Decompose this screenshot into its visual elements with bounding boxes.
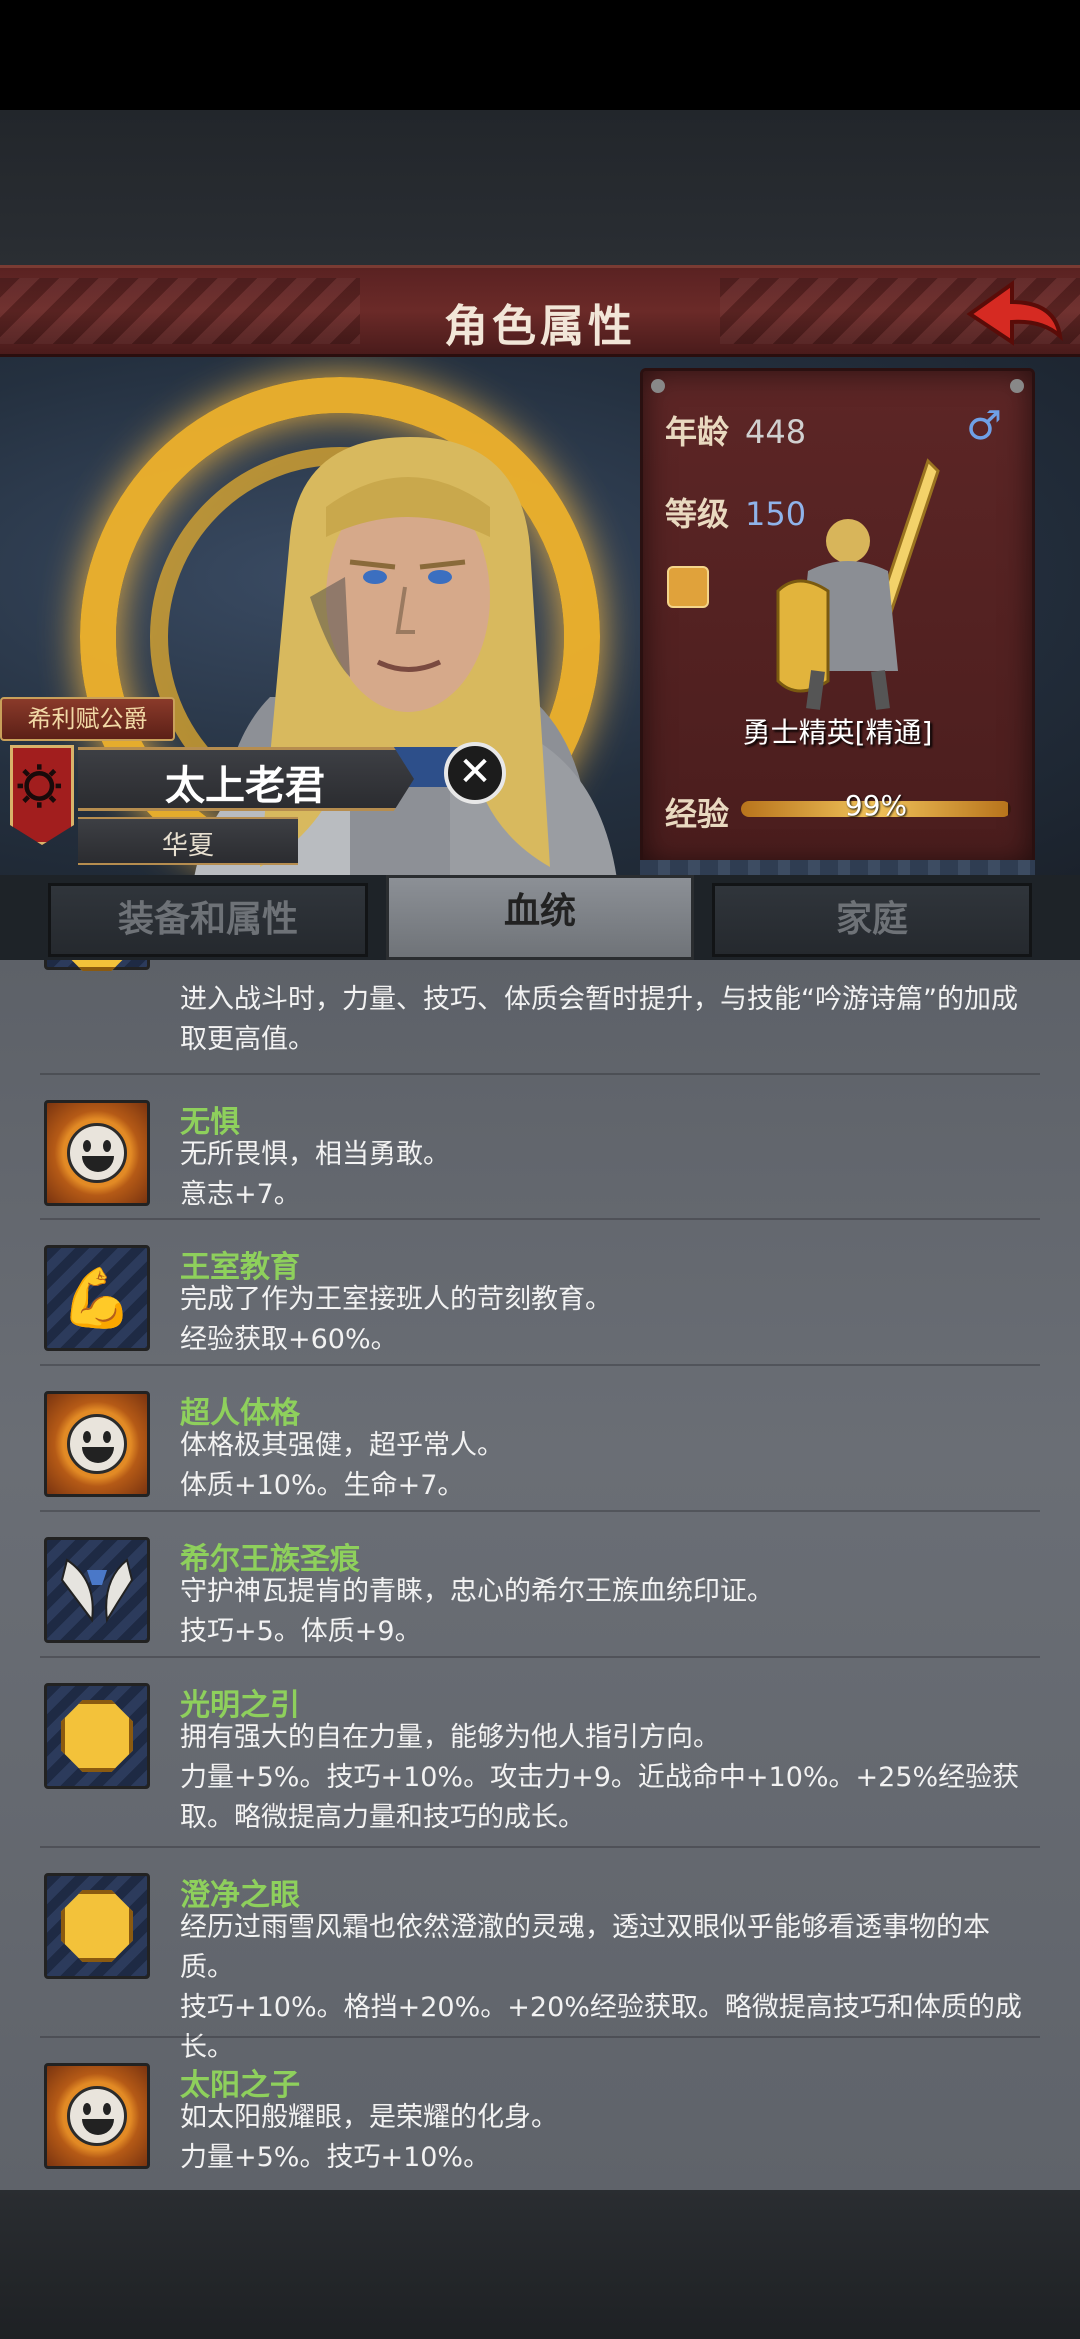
exp-label: 经验: [665, 795, 730, 833]
trait-effect-text: 经验获取+60%。: [180, 1324, 398, 1355]
tab-bloodline[interactable]: 血统: [386, 875, 694, 960]
trait-description: 完成了作为王室接班人的苛刻教育。 经验获取+60%。: [180, 1280, 1040, 1360]
trait-effect-text: 力量+5%。技巧+10%。攻击力+9。近战命中+10%。+25%经验获取。略微提…: [180, 1762, 1020, 1833]
trait-description: 拥有强大的自在力量，能够为他人指引方向。 力量+5%。技巧+10%。攻击力+9。…: [180, 1718, 1040, 1838]
status-bar: [0, 0, 1080, 110]
sun-emblem-icon: [10, 745, 74, 845]
tab-family[interactable]: 家庭: [712, 883, 1032, 957]
trait-desc-text: 守护神瓦提肯的青睐，忠心的希尔王族血统印证。: [180, 1576, 774, 1607]
class-badge-icon[interactable]: [667, 566, 709, 608]
flexed-arm-icon: 💪: [44, 1245, 150, 1351]
trait-effect-text: 技巧+5。体质+9。: [180, 1616, 422, 1647]
bottom-bar: [0, 2190, 1080, 2339]
list-item: 希尔王族圣痕 守护神瓦提肯的青睐，忠心的希尔王族血统印证。 技巧+5。体质+9。: [0, 1512, 1080, 1658]
list-item: 澄净之眼 经历过雨雪风霜也依然澄澈的灵魂，透过双眼似乎能够看透事物的本质。 技巧…: [0, 1848, 1080, 2063]
gold-coin-icon: [44, 960, 150, 971]
age-value: 448: [745, 413, 807, 451]
page-title: 角色属性: [444, 301, 636, 352]
wing-glyph: [60, 1558, 134, 1623]
trait-description: 无所畏惧，相当勇敢。 意志+7。: [180, 1135, 1040, 1215]
list-item: 进入战斗时，力量、技巧、体质会暂时提升，与技能“吟游诗篇”的加成取更高值。: [0, 960, 1080, 1075]
male-gender-icon: ♂: [966, 403, 1002, 449]
list-item: 超人体格 体格极其强健，超乎常人。 体质+10%。生命+7。: [0, 1366, 1080, 1512]
exp-percent: 99%: [844, 789, 908, 822]
name-card: 希利赋公爵 太上老君 华夏: [0, 697, 430, 877]
trait-description: 守护神瓦提肯的青睐，忠心的希尔王族血统印证。 技巧+5。体质+9。: [180, 1572, 1040, 1652]
info-panel: 年龄 448 ♂ 等级 150 勇士精英[精通] 经验 99%: [640, 368, 1035, 868]
trait-list[interactable]: 进入战斗时，力量、技巧、体质会暂时提升，与技能“吟游诗篇”的加成取更高值。 无惧…: [0, 960, 1080, 2190]
noble-title-tag: 希利赋公爵: [0, 697, 175, 741]
smiley-icon: [44, 2063, 150, 2169]
back-arrow-icon[interactable]: [960, 274, 1070, 354]
coin-shape: [61, 1700, 133, 1772]
close-icon[interactable]: ✕: [444, 742, 506, 804]
tab-equipment[interactable]: 装备和属性: [48, 883, 368, 957]
smiley-icon: [44, 1391, 150, 1497]
trait-effect-text: 力量+5%。技巧+10%。: [180, 2142, 491, 2173]
list-item: 太阳之子 如太阳般耀眼，是荣耀的化身。 力量+5%。技巧+10%。: [0, 2038, 1080, 2188]
list-item: 💪 王室教育 完成了作为王室接班人的苛刻教育。 经验获取+60%。: [0, 1220, 1080, 1366]
rivet-icon: [651, 379, 665, 393]
level-label: 等级: [665, 495, 730, 533]
character-origin: 华夏: [161, 831, 214, 861]
gold-coin-icon: [44, 1683, 150, 1789]
class-name: 勇士精英[精通]: [742, 716, 933, 749]
face-shape: [67, 1123, 127, 1183]
list-item: 无惧 无所畏惧，相当勇敢。 意志+7。: [0, 1075, 1080, 1220]
age-row: 年龄 448: [665, 407, 806, 453]
wing-crest-icon: [44, 1537, 150, 1643]
top-background: [0, 110, 1080, 265]
character-name[interactable]: 太上老君: [90, 753, 400, 811]
rivet-icon: [1010, 379, 1024, 393]
face-shape: [67, 2086, 127, 2146]
trait-effect-text: 意志+7。: [180, 1179, 301, 1210]
coin-shape: [61, 960, 133, 971]
tab-bar: 装备和属性 血统 家庭: [0, 875, 1080, 960]
age-label: 年龄: [665, 413, 730, 451]
smiley-icon: [44, 1100, 150, 1206]
arm-glyph: 💪: [60, 1264, 134, 1332]
list-item: 光明之引 拥有强大的自在力量，能够为他人指引方向。 力量+5%。技巧+10%。攻…: [0, 1658, 1080, 1848]
trait-description: 体格极其强健，超乎常人。 体质+10%。生命+7。: [180, 1426, 1040, 1506]
trait-desc-text: 完成了作为王室接班人的苛刻教育。: [180, 1284, 612, 1315]
title-bar: 角色属性: [0, 265, 1080, 357]
trait-desc-text: 经历过雨雪风霜也依然澄澈的灵魂，透过双眼似乎能够看透事物的本质。: [180, 1912, 990, 1983]
trait-desc-text: 拥有强大的自在力量，能够为他人指引方向。: [180, 1722, 720, 1753]
trait-desc-text: 无所畏惧，相当勇敢。: [180, 1139, 450, 1170]
trait-desc-text: 体格极其强健，超乎常人。: [180, 1430, 504, 1461]
trait-description: 进入战斗时，力量、技巧、体质会暂时提升，与技能“吟游诗篇”的加成取更高值。: [180, 984, 1018, 1055]
trait-desc-text: 如太阳般耀眼，是荣耀的化身。: [180, 2102, 558, 2133]
gold-coin-icon: [44, 1873, 150, 1979]
face-shape: [67, 1414, 127, 1474]
knight-class-icon: [776, 458, 940, 710]
coin-shape: [61, 1890, 133, 1962]
trait-description: 如太阳般耀眼，是荣耀的化身。 力量+5%。技巧+10%。: [180, 2098, 1040, 2178]
trait-effect-text: 体质+10%。生命+7。: [180, 1470, 465, 1501]
